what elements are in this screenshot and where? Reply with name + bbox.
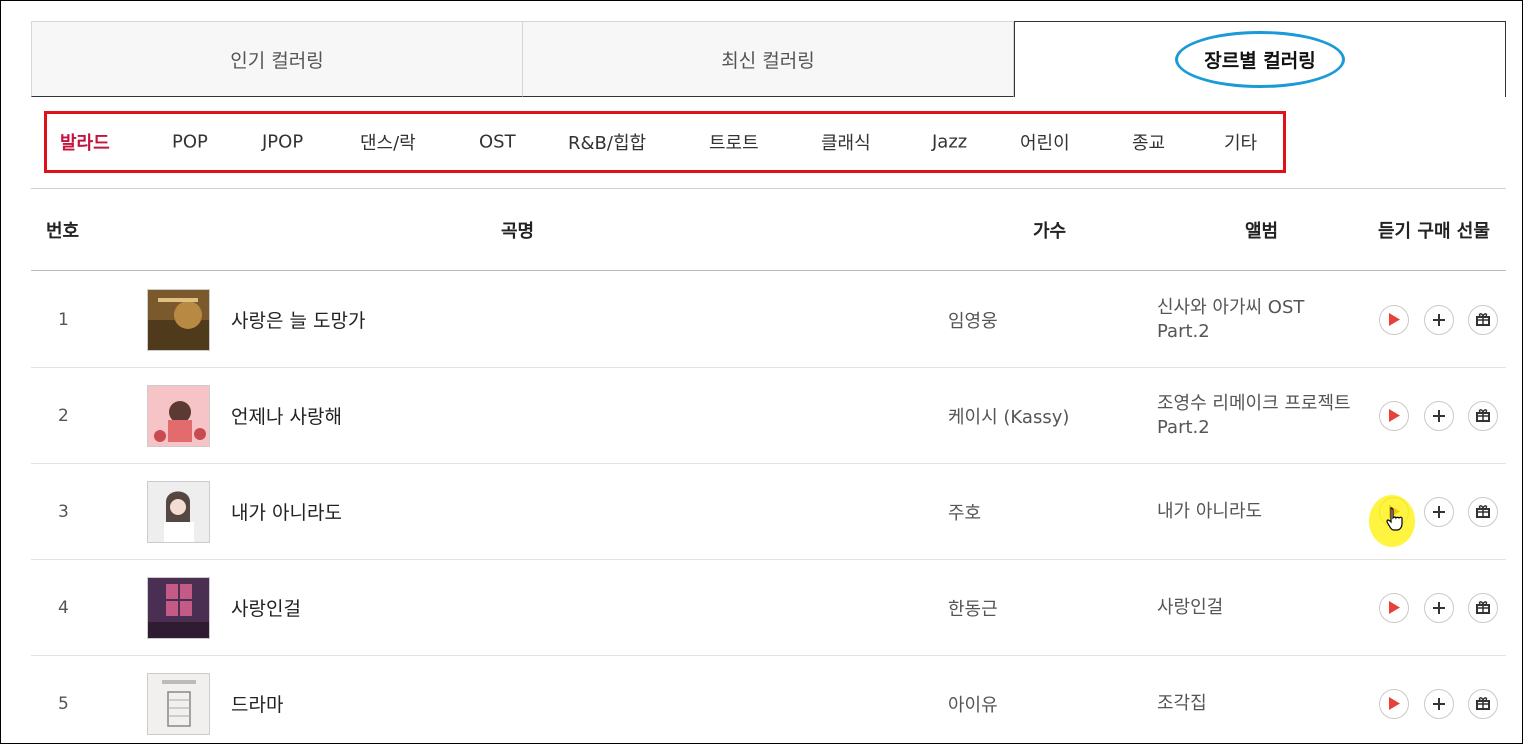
song-title[interactable]: 사랑은 늘 도망가 bbox=[231, 306, 365, 333]
play-icon bbox=[1389, 409, 1400, 422]
play-button[interactable] bbox=[1379, 688, 1409, 719]
table-row: 5 드라마 아이유 조각집 bbox=[31, 656, 1506, 744]
genre-trot[interactable]: 트로트 bbox=[709, 129, 759, 155]
song-title[interactable]: 언제나 사랑해 bbox=[231, 402, 342, 429]
gift-button[interactable] bbox=[1468, 496, 1498, 527]
buy-button[interactable] bbox=[1424, 592, 1454, 623]
tab-bar: 인기 컬러링 최신 컬러링 장르별 컬러링 bbox=[31, 21, 1506, 97]
tab-label: 인기 컬러링 bbox=[230, 49, 324, 72]
buy-button[interactable] bbox=[1424, 496, 1454, 527]
album-name[interactable]: 조영수 리메이크 프로젝트 Part.2 bbox=[1157, 392, 1357, 440]
gift-button[interactable] bbox=[1468, 304, 1498, 335]
row-number: 1 bbox=[58, 309, 69, 330]
table-row: 2 언제나 사랑해 케이시 (Kassy) 조영수 리메이크 프로젝트 Part… bbox=[31, 368, 1506, 464]
album-name[interactable]: 신사와 아가씨 OST Part.2 bbox=[1157, 296, 1357, 344]
song-title[interactable]: 내가 아니라도 bbox=[231, 498, 342, 525]
table-row: 1 사랑은 늘 도망가 임영웅 신사와 아가씨 OST Part.2 bbox=[31, 272, 1506, 368]
buy-button[interactable] bbox=[1424, 304, 1454, 335]
genre-pop[interactable]: POP bbox=[172, 132, 208, 153]
gift-icon bbox=[1476, 505, 1490, 518]
table-header: 번호 곡명 가수 앨범 듣기 구매 선물 bbox=[31, 189, 1506, 271]
gift-icon bbox=[1476, 697, 1490, 710]
gift-button[interactable] bbox=[1468, 400, 1498, 431]
genre-ost[interactable]: OST bbox=[479, 132, 516, 153]
album-name[interactable]: 사랑인걸 bbox=[1157, 596, 1357, 620]
genre-jazz[interactable]: Jazz bbox=[932, 132, 967, 153]
genre-filter-bar: 발라드 POP JPOP 댄스/락 OST R&B/힙합 트로트 클래식 Jaz… bbox=[44, 111, 1286, 173]
plus-icon bbox=[1433, 505, 1445, 518]
gift-button[interactable] bbox=[1468, 688, 1498, 719]
genre-jpop[interactable]: JPOP bbox=[262, 132, 303, 153]
gift-button[interactable] bbox=[1468, 592, 1498, 623]
plus-icon bbox=[1433, 313, 1445, 326]
plus-icon bbox=[1433, 697, 1445, 710]
artist-name[interactable]: 아이유 bbox=[948, 691, 998, 717]
play-icon bbox=[1389, 601, 1400, 614]
row-number: 2 bbox=[58, 405, 69, 426]
song-title[interactable]: 사랑인걸 bbox=[231, 594, 301, 621]
plus-icon bbox=[1433, 601, 1445, 614]
genre-etc[interactable]: 기타 bbox=[1224, 129, 1257, 155]
gift-icon bbox=[1476, 409, 1490, 422]
tab-genre[interactable]: 장르별 컬러링 bbox=[1014, 21, 1506, 97]
gift-icon bbox=[1476, 313, 1490, 326]
artist-name[interactable]: 케이시 (Kassy) bbox=[948, 403, 1069, 429]
genre-dance-rock[interactable]: 댄스/락 bbox=[360, 129, 416, 155]
tab-label: 장르별 컬러링 bbox=[1204, 50, 1316, 72]
album-cover[interactable] bbox=[147, 481, 210, 543]
header-title: 곡명 bbox=[501, 220, 535, 242]
play-icon bbox=[1389, 505, 1400, 518]
play-button[interactable] bbox=[1379, 496, 1409, 527]
tab-label: 최신 컬러링 bbox=[721, 49, 815, 72]
song-title[interactable]: 드라마 bbox=[231, 690, 283, 717]
album-cover[interactable] bbox=[147, 577, 210, 639]
genre-rnb-hiphop[interactable]: R&B/힙합 bbox=[568, 129, 646, 155]
play-button[interactable] bbox=[1379, 304, 1409, 335]
buy-button[interactable] bbox=[1424, 688, 1454, 719]
play-button[interactable] bbox=[1379, 400, 1409, 431]
table-row: 4 사랑인걸 한동근 사랑인걸 bbox=[31, 560, 1506, 656]
artist-name[interactable]: 임영웅 bbox=[948, 307, 998, 333]
album-name[interactable]: 조각집 bbox=[1157, 692, 1357, 716]
tab-highlight-annotation: 장르별 컬러링 bbox=[1175, 31, 1345, 88]
play-icon bbox=[1389, 697, 1400, 710]
buy-button[interactable] bbox=[1424, 400, 1454, 431]
tab-popular[interactable]: 인기 컬러링 bbox=[31, 21, 523, 97]
tab-latest[interactable]: 최신 컬러링 bbox=[523, 21, 1014, 97]
plus-icon bbox=[1433, 409, 1445, 422]
header-actions: 듣기 구매 선물 bbox=[1378, 220, 1490, 242]
genre-ballad[interactable]: 발라드 bbox=[60, 129, 110, 155]
row-number: 4 bbox=[58, 597, 69, 618]
header-artist: 가수 bbox=[1033, 220, 1067, 242]
gift-icon bbox=[1476, 601, 1490, 614]
album-cover[interactable] bbox=[147, 673, 210, 735]
album-cover[interactable] bbox=[147, 385, 210, 447]
table-row: 3 내가 아니라도 주호 내가 아니라도 bbox=[31, 464, 1506, 560]
header-num: 번호 bbox=[46, 220, 80, 242]
genre-religion[interactable]: 종교 bbox=[1132, 129, 1165, 155]
artist-name[interactable]: 주호 bbox=[948, 499, 981, 525]
genre-classic[interactable]: 클래식 bbox=[821, 129, 871, 155]
header-album: 앨범 bbox=[1245, 220, 1279, 242]
play-icon bbox=[1389, 313, 1400, 326]
row-number: 3 bbox=[58, 501, 69, 522]
album-name[interactable]: 내가 아니라도 bbox=[1157, 500, 1357, 524]
genre-kids[interactable]: 어린이 bbox=[1020, 129, 1070, 155]
artist-name[interactable]: 한동근 bbox=[948, 595, 998, 621]
row-number: 5 bbox=[58, 693, 69, 714]
album-cover[interactable] bbox=[147, 289, 210, 351]
play-button[interactable] bbox=[1379, 592, 1409, 623]
